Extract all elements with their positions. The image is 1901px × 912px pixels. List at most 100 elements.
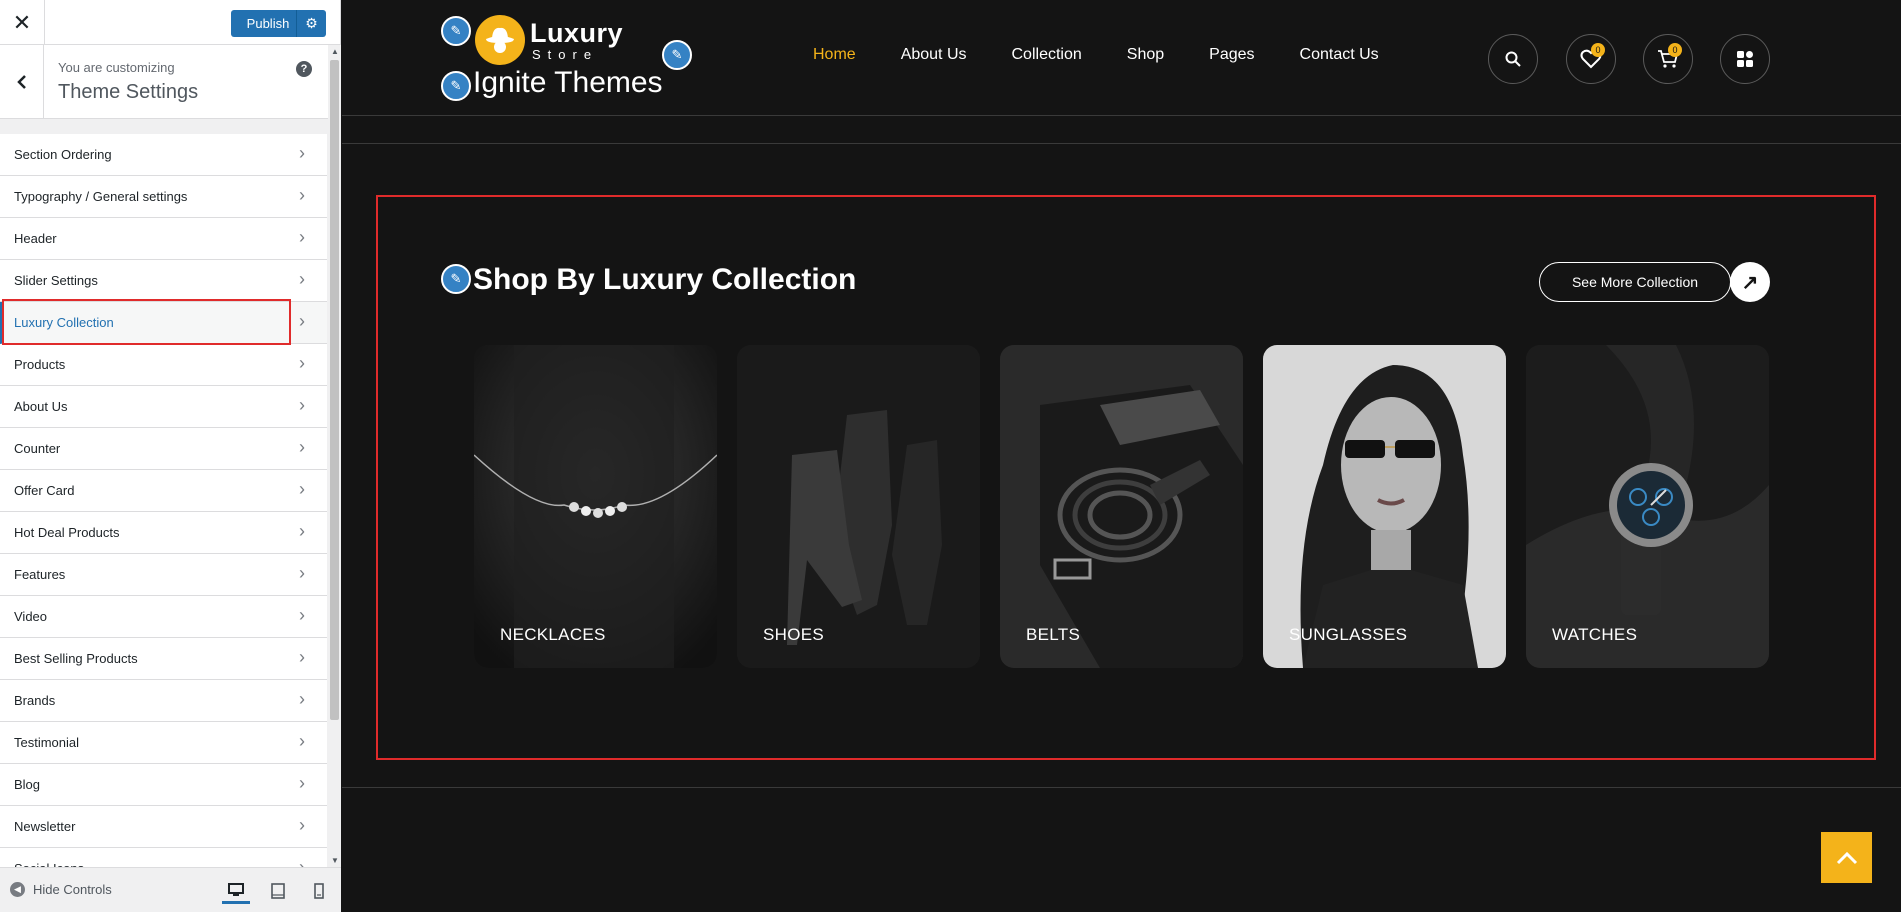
nav-item-collection[interactable]: Collection (1012, 46, 1082, 64)
section-item-section-ordering[interactable]: Section Ordering › (0, 134, 327, 176)
edit-header-pencil-icon[interactable]: ✎ (662, 40, 692, 70)
edit-collection-pencil-icon[interactable]: ✎ (441, 264, 471, 294)
section-item-best-selling-products[interactable]: Best Selling Products › (0, 638, 327, 680)
chevron-right-icon: › (299, 689, 305, 709)
chevron-right-icon: › (299, 395, 305, 415)
section-list: Section Ordering › Typography / General s… (0, 134, 327, 890)
panel-title: Theme Settings (58, 81, 199, 103)
section-item-label: Blog (14, 777, 41, 792)
watch-image (1526, 345, 1769, 668)
mobile-icon (314, 883, 324, 899)
desktop-preview-button[interactable] (222, 878, 250, 904)
section-item-newsletter[interactable]: Newsletter › (0, 806, 327, 848)
section-item-video[interactable]: Video › (0, 596, 327, 638)
site-title[interactable]: Ignite Themes (473, 66, 663, 100)
sidebar-scrollbar[interactable]: ▲ ▼ (328, 45, 341, 867)
section-item-label: Section Ordering (14, 147, 112, 162)
help-icon[interactable]: ? (296, 61, 312, 77)
belts-image (1000, 345, 1243, 668)
section-item-brands[interactable]: Brands › (0, 680, 327, 722)
chevron-right-icon: › (299, 479, 305, 499)
chevron-right-icon: › (299, 647, 305, 667)
desktop-icon (228, 882, 244, 896)
publish-settings-button[interactable]: ⚙ (296, 10, 326, 37)
section-item-label: Typography / General settings (14, 189, 188, 204)
collection-card-sunglasses[interactable]: SUNGLASSES (1263, 345, 1506, 668)
customizing-label: You are customizing (58, 60, 175, 75)
edit-title-pencil-icon[interactable]: ✎ (441, 71, 471, 101)
scroll-up-arrow-icon[interactable]: ▲ (331, 47, 339, 56)
chevron-up-icon (1836, 851, 1857, 864)
section-item-offer-card[interactable]: Offer Card › (0, 470, 327, 512)
logo-badge[interactable] (475, 15, 525, 65)
cart-button[interactable]: 0 (1643, 34, 1693, 84)
section-item-label: Header (14, 231, 57, 246)
grid-icon (1737, 51, 1753, 67)
section-item-label: Brands (14, 693, 56, 708)
edit-logo-pencil-icon[interactable]: ✎ (441, 16, 471, 46)
section-item-about-us[interactable]: About Us › (0, 386, 327, 428)
chevron-right-icon: › (299, 185, 305, 205)
logo-subtitle: Store (532, 47, 599, 62)
wishlist-button[interactable]: 0 (1566, 34, 1616, 84)
collection-card-belts[interactable]: BELTS (1000, 345, 1243, 668)
section-item-typography[interactable]: Typography / General settings › (0, 176, 327, 218)
apps-button[interactable] (1720, 34, 1770, 84)
section-item-hot-deal-products[interactable]: Hot Deal Products › (0, 512, 327, 554)
arrow-up-right-icon[interactable]: ↗ (1730, 262, 1770, 302)
nav-item-shop[interactable]: Shop (1127, 46, 1164, 64)
sunglasses-image (1263, 345, 1506, 668)
tablet-preview-button[interactable] (264, 878, 292, 904)
section-item-label: Slider Settings (14, 273, 98, 288)
nav-item-about-us[interactable]: About Us (901, 46, 967, 64)
section-item-features[interactable]: Features › (0, 554, 327, 596)
chevron-right-icon: › (299, 143, 305, 163)
collection-card-watches[interactable]: WATCHES (1526, 345, 1769, 668)
section-item-header[interactable]: Header › (0, 218, 327, 260)
section-item-products[interactable]: Products › (0, 344, 327, 386)
hide-controls-label: Hide Controls (33, 882, 112, 897)
search-button[interactable] (1488, 34, 1538, 84)
logo-name[interactable]: Luxury (530, 18, 623, 49)
collapse-icon: ◀ (10, 882, 25, 897)
nav-item-contact-us[interactable]: Contact Us (1300, 46, 1379, 64)
card-label: WATCHES (1552, 625, 1638, 644)
chevron-right-icon: › (299, 269, 305, 289)
card-label: BELTS (1026, 625, 1081, 644)
nav-item-home[interactable]: Home (813, 46, 856, 64)
cart-count-badge: 0 (1668, 43, 1682, 57)
customizer-sidebar: ✕ Publish ⚙ You are customizing Theme Se… (0, 0, 341, 912)
section-item-label: Counter (14, 441, 61, 456)
customizer-header: ✕ Publish ⚙ (0, 0, 340, 45)
section-item-label: Newsletter (14, 819, 76, 834)
section-item-testimonial[interactable]: Testimonial › (0, 722, 327, 764)
section-item-slider-settings[interactable]: Slider Settings › (0, 260, 327, 302)
chevron-right-icon: › (299, 437, 305, 457)
collection-card-shoes[interactable]: SHOES (737, 345, 980, 668)
customizer-footer: ◀ Hide Controls (0, 867, 341, 912)
close-customizer-button[interactable]: ✕ (0, 0, 45, 45)
gear-icon: ⚙ (305, 15, 318, 31)
card-label: NECKLACES (500, 625, 606, 644)
site-header: ✎ Luxury Store ✎ ✎ Ignite Themes Home Ab… (342, 0, 1901, 116)
scroll-down-arrow-icon[interactable]: ▼ (331, 856, 339, 865)
back-button[interactable] (0, 45, 44, 119)
section-item-blog[interactable]: Blog › (0, 764, 327, 806)
section-item-counter[interactable]: Counter › (0, 428, 327, 470)
section-item-label: Hot Deal Products (14, 525, 120, 540)
chevron-right-icon: › (299, 773, 305, 793)
chevron-right-icon: › (299, 227, 305, 247)
scroll-to-top-button[interactable] (1821, 832, 1872, 883)
customizer-info: You are customizing Theme Settings ? (0, 45, 340, 119)
section-item-label: Best Selling Products (14, 651, 138, 666)
scrollbar-thumb[interactable] (330, 60, 339, 720)
collection-card-necklaces[interactable]: NECKLACES (474, 345, 717, 668)
mobile-preview-button[interactable] (305, 878, 333, 904)
hide-controls-button[interactable]: ◀ Hide Controls (10, 882, 112, 897)
nav-item-pages[interactable]: Pages (1209, 46, 1254, 64)
wishlist-count-badge: 0 (1591, 43, 1605, 57)
publish-button[interactable]: Publish (231, 10, 305, 37)
see-more-collection-button[interactable]: See More Collection (1539, 262, 1731, 302)
section-item-luxury-collection[interactable]: Luxury Collection › (0, 302, 327, 344)
shoes-image (737, 345, 980, 668)
